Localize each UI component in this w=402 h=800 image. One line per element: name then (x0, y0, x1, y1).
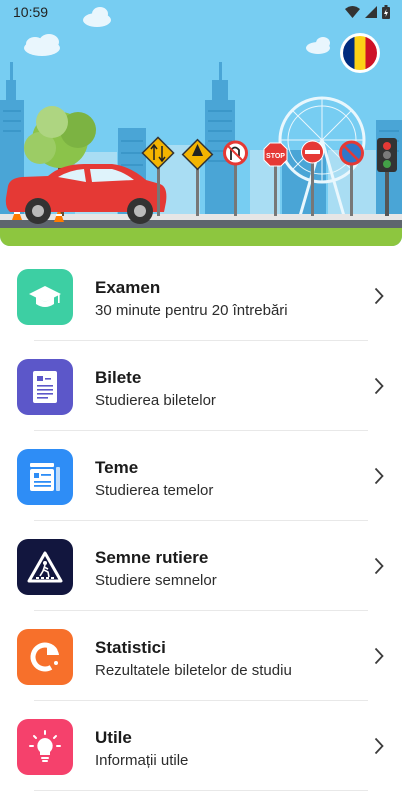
menu-item-title: Utile (95, 728, 132, 747)
chevron-right-icon (374, 557, 384, 575)
cell-signal-icon (365, 6, 377, 18)
lightbulb-icon (29, 730, 61, 762)
teme-tile (17, 449, 73, 505)
menu-item-subtitle: Studierea temelor (95, 482, 214, 499)
menu-item-title: Examen (95, 278, 161, 297)
bilete-tile (17, 359, 73, 415)
ticket-icon (33, 371, 57, 403)
status-bar: 10:59 (0, 0, 402, 24)
header-banner-illustration: STOP (0, 0, 402, 246)
menu-item-subtitle: Studiere semnelor (95, 572, 217, 589)
menu-item-title: Semne rutiere (95, 548, 209, 567)
menu-item-subtitle: 30 minute pentru 20 întrebări (95, 302, 288, 319)
menu-item-subtitle: Informații utile (95, 752, 189, 769)
chevron-right-icon (374, 467, 384, 485)
pie-chart-icon (30, 642, 60, 672)
semne-rutiere-tile (17, 539, 73, 595)
menu-item-subtitle: Studierea biletelor (95, 392, 216, 409)
battery-icon (382, 5, 390, 19)
menu-item-utile[interactable]: Utile Informații utile (0, 701, 402, 791)
menu-item-statistici[interactable]: Statistici Rezultatele biletelor de stud… (0, 611, 402, 701)
status-time: 10:59 (13, 4, 49, 20)
chevron-right-icon (374, 647, 384, 665)
utile-tile (17, 719, 73, 775)
graduation-cap-icon (29, 286, 61, 307)
main-menu: Examen 30 minute pentru 20 întrebări Bil… (0, 251, 402, 791)
menu-item-semne-rutiere[interactable]: Semne rutiere Studiere semnelor (0, 521, 402, 611)
romania-flag-icon[interactable] (340, 33, 380, 73)
menu-item-title: Teme (95, 458, 139, 477)
chevron-right-icon (374, 377, 384, 395)
topics-icon (30, 463, 60, 491)
menu-item-teme[interactable]: Teme Studierea temelor (0, 431, 402, 521)
pedestrian-crossing-icon (27, 551, 63, 583)
status-icons (345, 5, 390, 19)
menu-item-bilete[interactable]: Bilete Studierea biletelor (0, 341, 402, 431)
menu-item-title: Statistici (95, 638, 166, 657)
chevron-right-icon (374, 737, 384, 755)
wifi-icon (345, 6, 360, 18)
svg-text:STOP: STOP (266, 153, 285, 160)
menu-item-title: Bilete (95, 368, 142, 387)
chevron-right-icon (374, 287, 384, 305)
statistici-tile (17, 629, 73, 685)
divider (34, 790, 368, 791)
menu-item-subtitle: Rezultatele biletelor de studiu (95, 662, 292, 679)
menu-item-examen[interactable]: Examen 30 minute pentru 20 întrebări (0, 251, 402, 341)
examen-tile (17, 269, 73, 325)
